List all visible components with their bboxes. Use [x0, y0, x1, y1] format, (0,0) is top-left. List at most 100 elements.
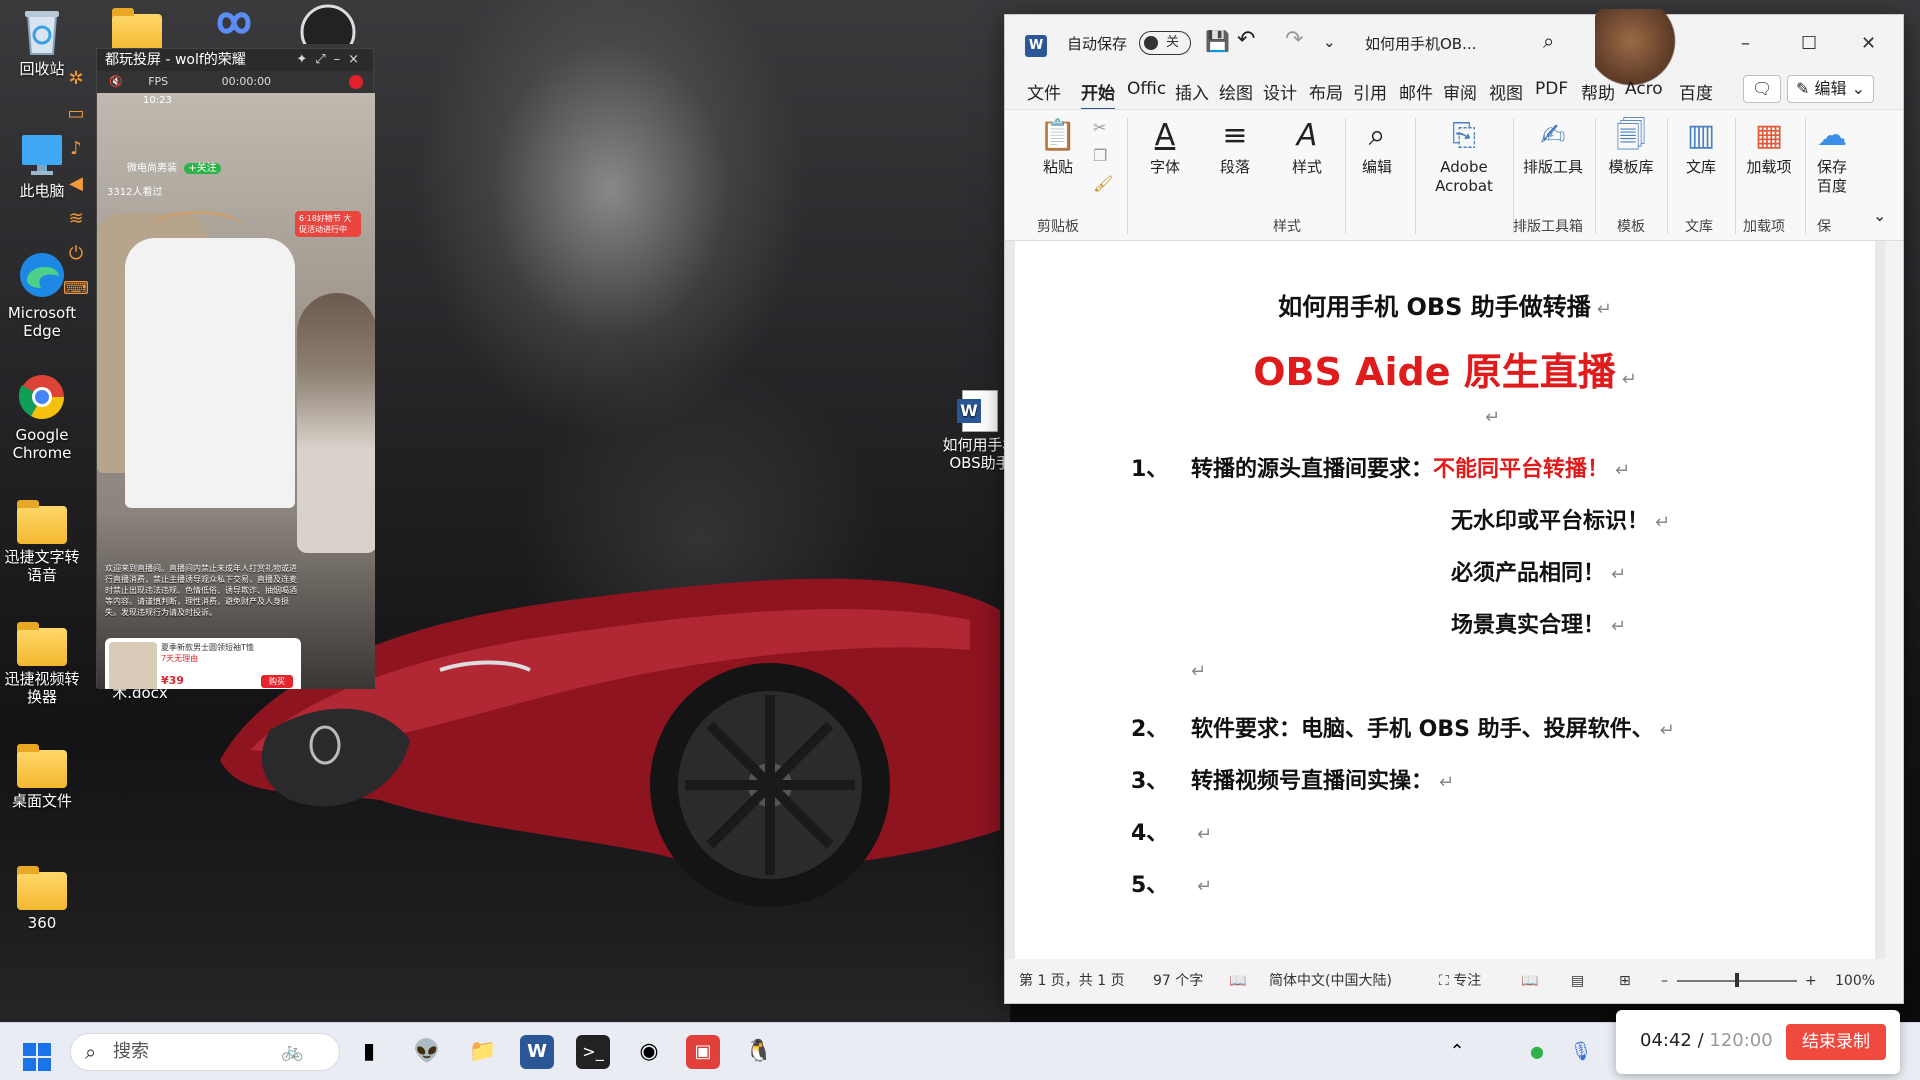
task-view-icon[interactable]: ▮ — [352, 1035, 386, 1069]
power-icon[interactable]: ⏻ — [69, 243, 83, 264]
infinity-app-icon[interactable] — [206, 8, 262, 38]
desktop-icon-folder-360[interactable]: 360 — [0, 866, 84, 932]
library-button[interactable]: ▥ 文库 — [1673, 118, 1729, 177]
page-count[interactable]: 第 1 页，共 1 页 — [1019, 959, 1125, 1003]
tab-insert[interactable]: 插入 — [1175, 79, 1209, 104]
show-hidden-icons[interactable]: ⌃ — [1440, 1035, 1474, 1069]
list-item-1b: 无水印或平台标识！ ↵ — [1451, 503, 1670, 535]
read-mode-icon[interactable]: 📖 — [1521, 959, 1538, 1003]
stop-recording-button[interactable]: 结束录制 — [1786, 1024, 1886, 1060]
desktop-icon-folder-desktop[interactable]: 桌面文件 — [0, 744, 84, 810]
keyboard-icon[interactable]: ⌨ — [63, 278, 89, 299]
font-button[interactable]: A 字体 — [1135, 118, 1195, 177]
alien-app-icon[interactable]: 👽 — [410, 1035, 444, 1069]
editing-button[interactable]: ⌕ 编辑 — [1347, 118, 1407, 177]
recording-timer: 04:42 / 120:00 — [1640, 1030, 1773, 1051]
document-title[interactable]: 如何用手机OB... — [1365, 33, 1476, 54]
focus-mode[interactable]: ⛶ 专注 — [1439, 959, 1481, 1003]
print-layout-icon[interactable]: ▤ — [1571, 959, 1584, 1003]
mirror-titlebar[interactable]: 都玩投屏 - wolf的荣耀 ✦⤢–× — [97, 49, 373, 71]
search-icon[interactable]: ⌕ — [1543, 29, 1554, 53]
tab-view[interactable]: 视图 — [1489, 79, 1523, 104]
undo-icon[interactable]: ↶ — [1237, 27, 1255, 52]
minimize-icon[interactable]: – — [1741, 33, 1750, 54]
fan-icon[interactable]: ✲ — [68, 68, 83, 89]
word-window[interactable]: W 自动保存 关 💾 ↶ ↷ ⌄ 如何用手机OB... ⌕ – ☐ ✕ 文件 开… — [1004, 9, 1904, 1004]
screen-icon[interactable]: ▭ — [67, 103, 84, 124]
word-count[interactable]: 97 个字 — [1153, 959, 1203, 1003]
ribbon-separator — [1805, 118, 1806, 234]
document-page[interactable]: 如何用手机 OBS 助手做转播 ↵ OBS Aide 原生直播 ↵ ↵ 1、 转播的源… — [1015, 241, 1875, 959]
obs-taskbar-icon[interactable]: ◉ — [632, 1035, 666, 1069]
tab-draw[interactable]: 绘图 — [1219, 79, 1253, 104]
tab-help[interactable]: 帮助 — [1581, 79, 1615, 104]
collapse-ribbon-icon[interactable]: ⌄ — [1873, 206, 1886, 225]
save-to-baidu-button[interactable]: ☁ 保存百度 — [1811, 118, 1853, 196]
close-icon[interactable]: ✕ — [1861, 33, 1876, 54]
zoom-level[interactable]: 100% — [1835, 959, 1875, 1003]
copy-icon[interactable]: ❐ — [1093, 146, 1107, 165]
proofing-icon[interactable]: 📖 — [1229, 959, 1246, 1003]
start-button[interactable] — [20, 1035, 54, 1071]
tab-design[interactable]: 设计 — [1263, 79, 1297, 104]
web-layout-icon[interactable]: ⊞ — [1619, 959, 1631, 1003]
maximize-icon[interactable]: ☐ — [1801, 33, 1817, 54]
obs-icon[interactable] — [300, 4, 356, 44]
addin-button[interactable]: ▦ 加载项 — [1741, 118, 1797, 177]
language[interactable]: 简体中文(中国大陆) — [1269, 959, 1392, 1003]
bike-icon: 🚲 — [281, 1041, 304, 1062]
styles-button[interactable]: A 样式 — [1277, 118, 1337, 177]
wechat-tray-icon[interactable]: ● — [1520, 1035, 1554, 1069]
zoom-slider-thumb[interactable] — [1735, 973, 1739, 987]
mirror-window-controls[interactable]: ✦⤢–× — [296, 49, 367, 71]
styles-icon: A — [1296, 118, 1318, 153]
tab-layout[interactable]: 布局 — [1309, 79, 1343, 104]
mute-icon[interactable]: 🔇 — [109, 75, 123, 88]
paste-button[interactable]: 📋 粘贴 — [1033, 118, 1083, 177]
record-button[interactable] — [349, 75, 363, 89]
screen-record-icon[interactable]: ▣ — [686, 1035, 720, 1069]
folder-icon[interactable] — [112, 8, 162, 52]
desktop-icon-chrome[interactable]: Google Chrome — [0, 372, 84, 462]
template-library-button[interactable]: 🗐 模板库 — [1599, 118, 1663, 177]
zoom-out-icon[interactable]: – — [1661, 959, 1668, 1003]
volume-icon[interactable]: ◀ — [69, 173, 83, 194]
buy-button[interactable]: 购买 — [261, 675, 293, 688]
bell-icon[interactable]: ♪ — [70, 138, 82, 159]
word-taskbar-icon[interactable]: W — [520, 1035, 554, 1069]
screen-mirror-window[interactable]: 都玩投屏 - wolf的荣耀 ✦⤢–× 🔇 FPS 00:00:00 10:23… — [96, 48, 375, 689]
paragraph-button[interactable]: ≡ 段落 — [1205, 118, 1265, 177]
qq-icon[interactable]: 🐧 — [742, 1035, 776, 1069]
zoom-in-icon[interactable]: + — [1805, 959, 1817, 1003]
desktop-icon-folder-video[interactable]: 迅捷视频转换器 — [0, 622, 84, 706]
follow-button[interactable]: +关注 — [184, 163, 221, 174]
tab-references[interactable]: 引用 — [1353, 79, 1387, 104]
adobe-acrobat-button[interactable]: ⎘ Adobe Acrobat — [1419, 118, 1509, 196]
file-explorer-icon[interactable]: 📁 — [466, 1035, 500, 1069]
comments-button[interactable]: 🗨 — [1743, 75, 1782, 103]
tab-acrobat[interactable]: Acro — [1625, 79, 1663, 99]
product-card[interactable]: 夏季新款男士圆领短袖T恤 7天无理由 ¥39 购买 — [105, 638, 301, 689]
tab-home[interactable]: 开始 — [1081, 79, 1115, 111]
autosave-toggle[interactable]: 关 — [1139, 31, 1191, 55]
taskbar-search[interactable]: ⌕ 搜索 🚲 — [70, 1033, 340, 1071]
cut-icon[interactable]: ✂ — [1093, 118, 1106, 137]
layers-icon[interactable]: ≋ — [68, 208, 83, 229]
desktop-icon-folder-tts[interactable]: 迅捷文字转语音 — [0, 500, 84, 584]
tab-review[interactable]: 审阅 — [1443, 79, 1477, 104]
terminal-icon[interactable]: >_ — [576, 1035, 610, 1069]
editing-mode-button[interactable]: ✎ 编辑 ⌄ — [1787, 75, 1875, 103]
tab-file[interactable]: 文件 — [1027, 79, 1061, 104]
microphone-icon[interactable]: 🎙 — [1564, 1035, 1598, 1069]
format-painter-icon[interactable]: 🖌 — [1093, 174, 1113, 193]
save-icon[interactable]: 💾 — [1205, 29, 1230, 53]
tab-mailings[interactable]: 邮件 — [1399, 79, 1433, 104]
tab-office[interactable]: Offic — [1127, 79, 1166, 99]
promo-tag[interactable]: 6·18好物节 大促活动进行中 — [295, 211, 361, 237]
redo-icon[interactable]: ↷ — [1285, 27, 1303, 52]
tab-baidu[interactable]: 百度 — [1679, 79, 1713, 104]
customize-qat-icon[interactable]: ⌄ — [1323, 33, 1336, 51]
layout-tool-button[interactable]: ✍ 排版工具 — [1515, 118, 1591, 177]
tab-pdf[interactable]: PDF — [1535, 79, 1568, 99]
document-area[interactable]: 如何用手机 OBS 助手做转播 ↵ OBS Aide 原生直播 ↵ ↵ 1、 转播的源… — [1005, 241, 1885, 959]
